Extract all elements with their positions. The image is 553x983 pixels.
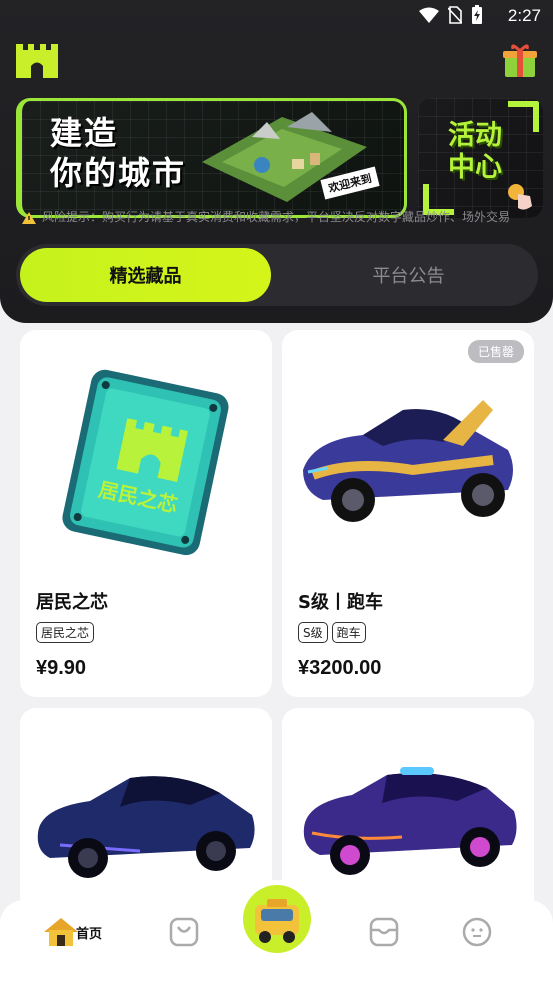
product-price: ¥9.90 xyxy=(36,657,87,679)
sold-out-badge: 已售罄 xyxy=(467,340,524,363)
product-image xyxy=(282,330,534,590)
risk-notice: 风险提示：购买行为请基于真实消费和收藏需求，平台坚决反对数字藏品炒作、场外交易 xyxy=(22,208,538,230)
corner-bracket-icon xyxy=(508,101,539,132)
nav-profile[interactable] xyxy=(461,914,493,950)
product-card[interactable]: 居民之芯 居民之芯 居民之芯 ¥9.90 xyxy=(20,330,272,697)
castle-logo-icon[interactable] xyxy=(16,44,58,78)
tab-featured-collections[interactable]: 精选藏品 xyxy=(20,248,271,302)
status-time: 2:27 xyxy=(507,6,541,25)
risk-notice-text: 风险提示：购买行为请基于真实消费和收藏需求，平台坚决反对数字藏品炒作、场外交易 xyxy=(42,210,511,224)
product-image xyxy=(282,708,534,908)
product-name: 居民之芯 xyxy=(36,592,108,613)
no-sim-icon xyxy=(448,6,462,24)
banner-title: 建造 你的城市 xyxy=(50,114,187,192)
product-tag: 居民之芯 xyxy=(36,622,95,643)
banner-activity-center[interactable]: 活动 中心 xyxy=(418,98,543,218)
status-icons xyxy=(419,5,483,25)
nav-inbox[interactable] xyxy=(368,914,400,950)
center-car-icon xyxy=(255,899,299,943)
nav-home-label: 首页 xyxy=(76,926,103,942)
nav-market[interactable] xyxy=(168,914,200,950)
nav-center-button[interactable] xyxy=(238,880,316,958)
product-image xyxy=(20,708,272,908)
resident-core-chip-icon: 居民之芯 xyxy=(62,369,229,556)
nav-center-inner xyxy=(243,885,311,953)
gift-icon[interactable] xyxy=(503,42,537,78)
inbox-icon xyxy=(369,917,399,947)
product-tags: 居民之芯 xyxy=(36,622,95,643)
wifi-icon xyxy=(419,7,439,23)
product-tags: S级 跑车 xyxy=(298,622,366,643)
purple-sports-car xyxy=(303,767,517,875)
product-card[interactable]: 已售罄 S级丨跑车 S级 跑车 ¥3200.00 xyxy=(282,330,534,697)
nav-home[interactable]: 首页 xyxy=(42,914,102,950)
product-tag: S级 xyxy=(298,622,328,643)
warning-icon xyxy=(22,211,36,224)
tab-platform-announcements[interactable]: 平台公告 xyxy=(283,248,534,302)
gold-sports-car xyxy=(303,400,513,522)
home-icon xyxy=(44,918,78,946)
product-tag: 跑车 xyxy=(331,622,366,643)
product-price: ¥3200.00 xyxy=(298,657,382,679)
bag-icon xyxy=(169,917,199,947)
status-bar: 2:27 xyxy=(0,0,553,32)
header-panel: 2:27 建造 你的城市 欢迎来到 活动 中心 风险提示：购买行为请基于真实消费 xyxy=(0,0,553,323)
banner-build-city[interactable]: 建造 你的城市 欢迎来到 xyxy=(16,98,407,218)
tab-bar: 精选藏品 平台公告 xyxy=(16,244,538,306)
battery-charging-icon xyxy=(472,5,482,24)
activity-center-title: 活动 中心 xyxy=(448,120,502,183)
product-name: S级丨跑车 xyxy=(298,592,383,613)
blue-sports-car xyxy=(37,776,255,878)
product-image: 居民之芯 xyxy=(20,330,272,590)
profile-icon xyxy=(462,917,492,947)
